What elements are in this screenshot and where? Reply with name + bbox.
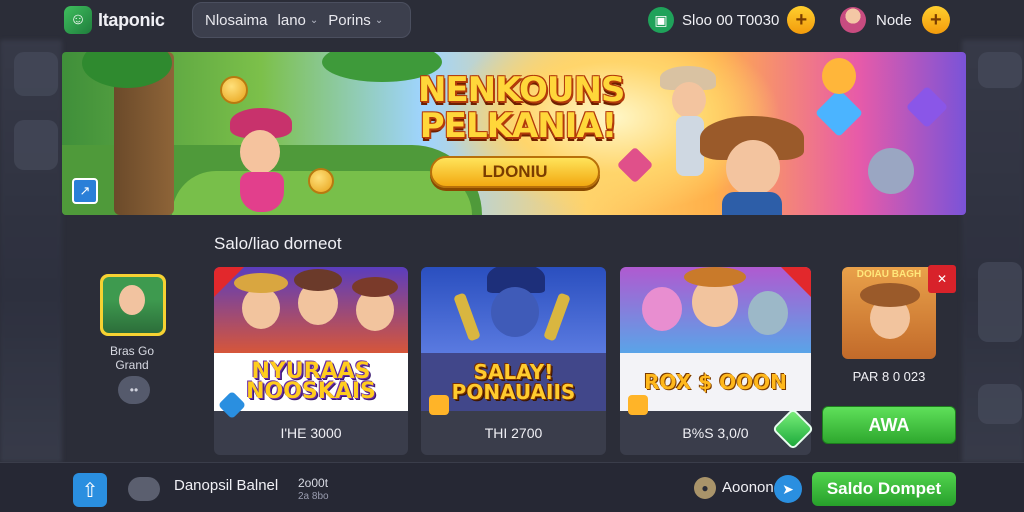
character-kid (672, 82, 706, 118)
character-boy (726, 140, 780, 196)
avatar-icon (840, 7, 866, 33)
game-card-art (421, 267, 606, 353)
coin-icon (628, 395, 648, 415)
coin-icon (308, 168, 334, 194)
chevron-down-icon: ⌄ (374, 14, 384, 26)
top-bar: ☺ Itaponic Nlosaima lano ⌄ Porins ⌄ ▣ Sl… (0, 0, 1024, 40)
game-card-title: ROX $ OOON (620, 353, 811, 411)
blur-tile (978, 384, 1022, 424)
user-plus-button[interactable]: + (921, 6, 950, 34)
send-icon[interactable]: ➤ (774, 475, 802, 503)
character-robot (868, 148, 914, 194)
character-boy-body (722, 192, 782, 215)
side-game-art (103, 277, 163, 333)
bottom-title: Danopsil Balnel (174, 477, 279, 494)
user-profile[interactable]: Node + (840, 6, 950, 34)
character-robot (748, 291, 788, 335)
character-girl (240, 130, 280, 174)
nav-item-3[interactable]: Porins ⌄ (328, 12, 383, 29)
game-card-price: I'HE 3000 (280, 425, 342, 441)
game-card-2[interactable]: SALAY! PONAUAIIS THI 2700 (421, 267, 606, 455)
wallet-balance: ▣ Sloo 00 T0030 + (648, 6, 816, 34)
game-card-price: THI 2700 (484, 425, 543, 441)
character-hat (860, 283, 920, 307)
nav-item-label: Porins (328, 11, 371, 29)
character-fox (822, 58, 856, 94)
rocket (453, 292, 481, 342)
info-icon: ● (694, 477, 716, 499)
coin-icon (220, 76, 248, 104)
character-hat (684, 267, 746, 287)
play-button[interactable]: AWA (822, 406, 956, 444)
character-hair (352, 277, 398, 297)
bottom-bar: ⇧ Danopsil Balnel 2o00t 2a 8bo ● Aoonon … (0, 462, 1024, 512)
wallet-balance-button[interactable]: Saldo Dompet (812, 472, 956, 506)
nav-item-1[interactable]: Nlosaima (205, 12, 268, 29)
coin-icon (429, 395, 449, 415)
blur-tile (14, 120, 58, 170)
nav-item-label: Nlosaima (205, 11, 268, 29)
character-portrait (119, 285, 145, 315)
more-options-button[interactable]: •• (118, 376, 150, 404)
banner-title-line: NENKOUNS (418, 70, 625, 110)
chevron-down-icon: ⌄ (309, 14, 319, 26)
bottom-subtitle: 2o00t (298, 476, 329, 490)
banner-title: NENKOUNS PELKANIA! (418, 70, 625, 146)
game-card-art (214, 267, 408, 353)
wallet-icon: ▣ (648, 7, 674, 33)
rocket (543, 292, 571, 342)
character-hair (294, 269, 342, 291)
arrow-up-icon[interactable]: ⇧ (73, 473, 107, 507)
hot-badge-icon: ✕ (928, 265, 956, 293)
side-game-tile[interactable] (100, 274, 166, 336)
game-card-1[interactable]: NYURAAS NOOSKAIS I'HE 3000 (214, 267, 408, 455)
character-girl-body (240, 172, 284, 212)
cloud-icon (128, 477, 160, 501)
user-name: Node (876, 11, 912, 29)
character-hat (234, 273, 288, 293)
nav-menu: Nlosaima lano ⌄ Porins ⌄ (192, 2, 411, 38)
nav-item-label: lano (277, 11, 306, 29)
bottom-subtitle: 2a 8bo (298, 491, 329, 502)
character (242, 287, 280, 329)
blur-tile (978, 262, 1022, 342)
banner-cta-button[interactable]: LDONIU (430, 156, 600, 188)
character-wizard (491, 287, 539, 337)
add-funds-button[interactable]: + (787, 6, 816, 34)
gem-icon (814, 88, 864, 138)
game-card-art (620, 267, 811, 353)
nav-item-2[interactable]: lano ⌄ (278, 12, 319, 29)
game-card-price: PAR 8 0 023 (852, 369, 926, 384)
wallet-amount: Sloo 00 T0030 (682, 11, 780, 29)
app-name: Itaponic (98, 9, 165, 30)
game-card-4[interactable]: DOIAU BAGH (842, 267, 936, 359)
gem-icon (905, 85, 949, 129)
banner-share-icon[interactable]: ↗ (72, 178, 98, 204)
section-title: Salo/liao dorneot (214, 234, 342, 253)
background-blur-left (0, 40, 62, 462)
game-card-badge-text: DOIAU BAGH (856, 269, 922, 280)
app-logo-icon: ☺ (64, 6, 92, 34)
promo-banner[interactable]: NENKOUNS PELKANIA! LDONIU ↗ (62, 52, 966, 215)
banner-title-line: PELKANIA! (419, 106, 617, 146)
character (642, 287, 682, 331)
blur-tile (978, 52, 1022, 88)
blur-tile (14, 52, 58, 96)
bottom-link[interactable]: Aoonon (722, 479, 774, 496)
side-game-label: Bras Go Grand (109, 344, 154, 372)
app-logo[interactable]: ☺ Itaponic (64, 6, 165, 34)
